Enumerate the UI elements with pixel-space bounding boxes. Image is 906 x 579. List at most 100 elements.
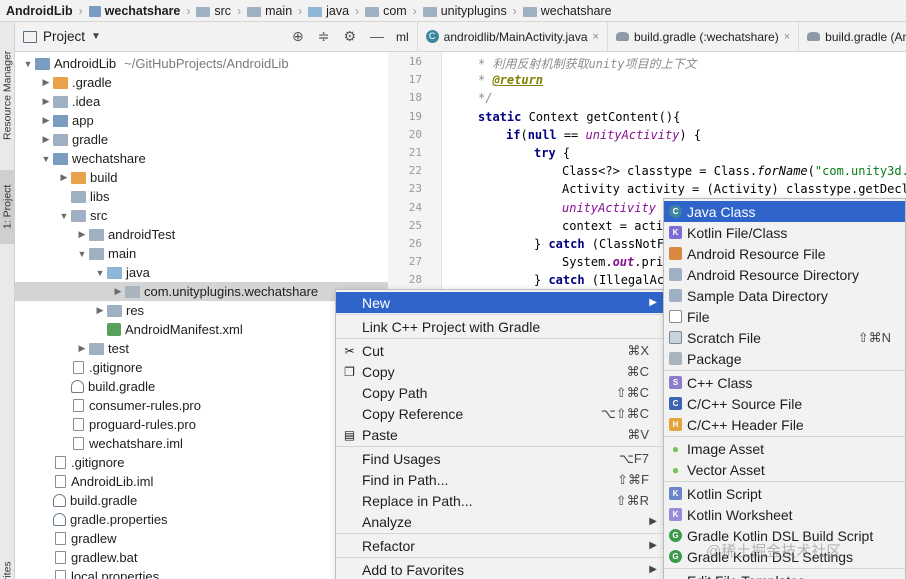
menu-item-shortcut: ⌘X [627, 342, 649, 358]
menu-item-package[interactable]: Package [664, 348, 905, 369]
expanded-arrow-icon[interactable]: ▼ [57, 211, 71, 221]
breadcrumb-item[interactable]: main [247, 4, 292, 18]
gradle-icon [807, 32, 821, 41]
tree-row[interactable]: ▶ res [15, 301, 388, 320]
menu-item-kotlin-script[interactable]: K Kotlin Script [664, 483, 905, 504]
tree-row[interactable]: ▶ androidTest [15, 225, 388, 244]
tree-row[interactable]: ▶ com.unityplugins.wechatshare [15, 282, 388, 301]
collapsed-arrow-icon[interactable]: ▶ [39, 115, 53, 126]
breadcrumb-item[interactable]: com [365, 4, 407, 18]
menu-item-image-asset[interactable]: ● Image Asset [664, 438, 905, 459]
menu-item-copy-reference[interactable]: Copy Reference ⌥⇧⌘C [336, 403, 663, 424]
menu-item-analyze[interactable]: Analyze ▶ [336, 511, 663, 532]
menu-item-kotlin-file-class[interactable]: K Kotlin File/Class [664, 222, 905, 243]
tree-item-label: wechatshare [72, 151, 146, 166]
menu-item-vector-asset[interactable]: ● Vector Asset [664, 459, 905, 480]
menu-item-c-c-header-file[interactable]: H C/C++ Header File [664, 414, 905, 435]
menu-item-cut[interactable]: ✂ Cut ⌘X [336, 340, 663, 361]
breadcrumb-item[interactable]: java [308, 4, 349, 18]
menu-item-copy-path[interactable]: Copy Path ⇧⌘C [336, 382, 663, 403]
menu-item-link-c-project-with-gradle[interactable]: Link C++ Project with Gradle [336, 316, 663, 337]
tree-row[interactable]: ▼ src [15, 206, 388, 225]
close-icon[interactable]: × [593, 31, 599, 43]
collapsed-arrow-icon[interactable]: ▶ [75, 229, 89, 240]
menu-item-find-usages[interactable]: Find Usages ⌥F7 [336, 448, 663, 469]
expanded-arrow-icon[interactable]: ▼ [39, 154, 53, 164]
breadcrumb-item[interactable]: src [196, 4, 231, 18]
menu-item-java-class[interactable]: C Java Class [664, 201, 905, 222]
tree-row[interactable]: ▶ test [15, 339, 388, 358]
locate-file-icon[interactable]: ⊕ [292, 28, 304, 45]
breadcrumb-item[interactable]: AndroidLib [6, 4, 73, 18]
tree-row[interactable]: local.properties [15, 567, 388, 579]
breadcrumb-item[interactable]: unityplugins [422, 4, 507, 18]
menu-item-c-c-source-file[interactable]: C C/C++ Source File [664, 393, 905, 414]
menu-item-copy[interactable]: ❐ Copy ⌘C [336, 361, 663, 382]
breadcrumb-item[interactable]: wechatshare [522, 4, 612, 18]
tree-row[interactable]: gradlew.bat [15, 548, 388, 567]
menu-item-c-class[interactable]: S C++ Class [664, 372, 905, 393]
menu-item-add-to-favorites[interactable]: Add to Favorites ▶ [336, 559, 663, 579]
editor-tab[interactable]: build.gradle (Andr [799, 22, 906, 51]
tree-row[interactable]: libs [15, 187, 388, 206]
tree-row[interactable]: ▶ build [15, 168, 388, 187]
expanded-arrow-icon[interactable]: ▼ [93, 268, 107, 278]
project-view-selector[interactable]: Project [43, 29, 85, 44]
tree-row[interactable]: gradle.properties [15, 510, 388, 529]
menu-item-android-resource-file[interactable]: Android Resource File [664, 243, 905, 264]
folder-icon [71, 209, 86, 222]
tree-row[interactable]: AndroidLib.iml [15, 472, 388, 491]
menu-item-new[interactable]: New ▶ [336, 292, 663, 313]
editor-tab[interactable]: build.gradle (:wechatshare) × [608, 22, 800, 51]
chevron-down-icon[interactable]: ▼ [91, 31, 101, 42]
collapsed-arrow-icon[interactable]: ▶ [39, 77, 53, 88]
editor-tab[interactable]: ml [388, 22, 418, 51]
tree-row[interactable]: ▼ AndroidLib ~/GitHubProjects/AndroidLib [15, 54, 388, 73]
editor-tab-label: ml [396, 29, 409, 44]
collapsed-arrow-icon[interactable]: ▶ [39, 134, 53, 145]
tree-row[interactable]: AndroidManifest.xml [15, 320, 388, 339]
menu-item-find-in-path[interactable]: Find in Path... ⇧⌘F [336, 469, 663, 490]
tree-row[interactable]: ▶ .idea [15, 92, 388, 111]
menu-item-file[interactable]: File [664, 306, 905, 327]
collapsed-arrow-icon[interactable]: ▶ [93, 305, 107, 316]
collapsed-arrow-icon[interactable]: ▶ [39, 96, 53, 107]
menu-item-replace-in-path[interactable]: Replace in Path... ⇧⌘R [336, 490, 663, 511]
tree-row[interactable]: .gitignore [15, 453, 388, 472]
collapsed-arrow-icon[interactable]: ▶ [111, 286, 125, 297]
gradle-icon [53, 513, 66, 526]
tree-row[interactable]: ▶ app [15, 111, 388, 130]
tree-row[interactable]: build.gradle [15, 491, 388, 510]
menu-item-sample-data-directory[interactable]: Sample Data Directory [664, 285, 905, 306]
tree-row[interactable]: ▼ wechatshare [15, 149, 388, 168]
tree-row[interactable]: consumer-rules.pro [15, 396, 388, 415]
expanded-arrow-icon[interactable]: ▼ [75, 249, 89, 259]
menu-item-refactor[interactable]: Refactor ▶ [336, 535, 663, 556]
menu-item-paste[interactable]: ▤ Paste ⌘V [336, 424, 663, 445]
tree-row[interactable]: .gitignore [15, 358, 388, 377]
collapsed-arrow-icon[interactable]: ▶ [57, 172, 71, 183]
tree-row[interactable]: build.gradle [15, 377, 388, 396]
hide-panel-icon[interactable]: — [370, 28, 384, 45]
menu-item-android-resource-directory[interactable]: Android Resource Directory [664, 264, 905, 285]
tree-row[interactable]: ▼ main [15, 244, 388, 263]
breadcrumb-item[interactable]: wechatshare [88, 4, 180, 18]
menu-item-scratch-file[interactable]: Scratch File ⇧⌘N [664, 327, 905, 348]
settings-gear-icon[interactable]: ⚙ [343, 28, 356, 45]
menu-item-kotlin-worksheet[interactable]: K Kotlin Worksheet [664, 504, 905, 525]
editor-tab[interactable]: Candroidlib/MainActivity.java × [418, 22, 608, 51]
tree-row[interactable]: ▶ gradle [15, 130, 388, 149]
project-tool-tab[interactable]: 1: Project [0, 170, 15, 244]
resource-manager-tab[interactable]: Resource Manager [0, 40, 15, 150]
collapse-all-icon[interactable]: ≑ [318, 28, 330, 45]
tree-row[interactable]: ▼ java [15, 263, 388, 282]
tree-row[interactable]: wechatshare.iml [15, 434, 388, 453]
collapsed-arrow-icon[interactable]: ▶ [75, 343, 89, 354]
menu-item-edit-file-templates[interactable]: Edit File Templates... [664, 570, 905, 579]
favorites-tool-tab[interactable]: orites [0, 547, 15, 579]
close-icon[interactable]: × [784, 31, 790, 43]
tree-row[interactable]: gradlew [15, 529, 388, 548]
tree-row[interactable]: ▶ .gradle [15, 73, 388, 92]
tree-row[interactable]: proguard-rules.pro [15, 415, 388, 434]
expanded-arrow-icon[interactable]: ▼ [21, 59, 35, 69]
